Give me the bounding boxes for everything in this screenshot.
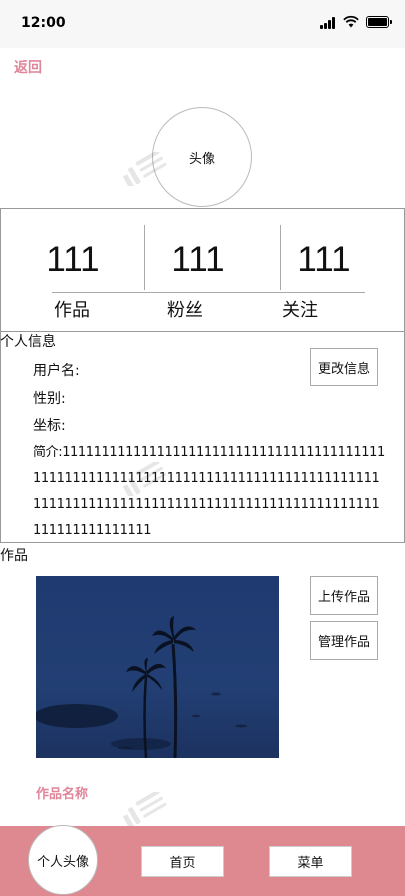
- bio-block: 简介:1111111111111111111111111111111111111…: [33, 440, 385, 544]
- watermark-logo-icon: [123, 792, 167, 826]
- username-label: 用户名:: [33, 363, 80, 379]
- fans-count: 111: [171, 240, 225, 279]
- stats-divider: [280, 225, 281, 290]
- fans-stat-label[interactable]: 粉丝: [155, 296, 215, 322]
- palm-trees-night-photo: [36, 576, 279, 758]
- bio-label: 简介:: [33, 445, 63, 460]
- upload-work-button-label: 上传作品: [317, 590, 370, 605]
- wifi-icon: [343, 15, 359, 28]
- work-name[interactable]: 作品名称: [36, 783, 88, 802]
- avatar-label: 头像: [188, 151, 215, 167]
- following-count: 111: [297, 240, 351, 279]
- bottom-avatar-button[interactable]: 个人头像: [28, 825, 98, 895]
- status-bar: 12:00: [0, 0, 405, 48]
- gender-label: 性别:: [33, 391, 66, 407]
- home-button-label: 首页: [169, 856, 196, 871]
- bio-text: 1111111111111111111111111111111111111111…: [33, 445, 385, 538]
- menu-button-label: 菜单: [297, 856, 324, 871]
- stats-divider-horizontal: [52, 292, 365, 293]
- menu-button[interactable]: 菜单: [269, 846, 352, 877]
- personal-info-title: 个人信息: [0, 334, 56, 350]
- works-section-title: 作品: [0, 548, 28, 564]
- profile-avatar[interactable]: 头像: [152, 107, 252, 207]
- works-count: 111: [46, 240, 100, 279]
- manage-works-button-label: 管理作品: [317, 635, 370, 650]
- edit-info-button[interactable]: 更改信息: [310, 348, 378, 386]
- location-label: 坐标:: [33, 418, 66, 434]
- cellular-signal-icon: [320, 17, 337, 29]
- work-image[interactable]: [36, 576, 279, 758]
- upload-work-button[interactable]: 上传作品: [310, 576, 378, 615]
- following-stat-label[interactable]: 关注: [270, 296, 330, 322]
- manage-works-button[interactable]: 管理作品: [310, 621, 378, 660]
- battery-icon: [366, 16, 392, 28]
- works-stat-label[interactable]: 作品: [42, 296, 102, 322]
- back-link[interactable]: 返回: [14, 57, 42, 77]
- home-button[interactable]: 首页: [141, 846, 224, 877]
- bottom-avatar-label: 个人头像: [36, 854, 89, 870]
- status-time: 12:00: [21, 15, 66, 31]
- stats-divider: [144, 225, 145, 290]
- edit-info-button-label: 更改信息: [317, 361, 370, 377]
